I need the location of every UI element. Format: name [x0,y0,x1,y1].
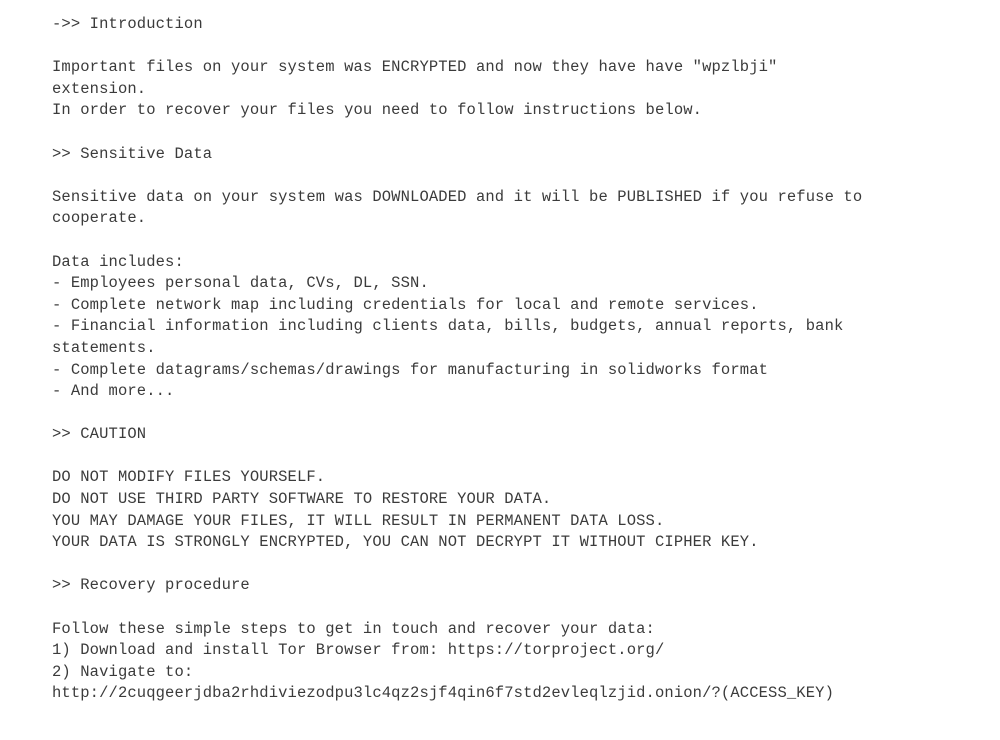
note-line: statements. [52,338,156,357]
note-line: - Financial information including client… [52,317,844,336]
section-heading: >> Recovery procedure [52,576,250,595]
note-line: In order to recover your files you need … [52,101,703,120]
note-line: 2) Navigate to: [52,662,194,681]
note-line: - Complete network map including credent… [52,295,759,314]
ransom-note-document: ->> Introduction Important files on your… [0,0,1000,740]
note-line: Important files on your system was ENCRY… [52,58,778,77]
note-line: YOU MAY DAMAGE YOUR FILES, IT WILL RESUL… [52,511,665,530]
note-line: 1) Download and install Tor Browser from… [52,641,665,660]
note-line: DO NOT MODIFY FILES YOURSELF. [52,468,326,487]
note-line: - Employees personal data, CVs, DL, SSN. [52,274,429,293]
note-line: - Complete datagrams/schemas/drawings fo… [52,360,769,379]
section-heading: ->> Introduction [52,15,203,33]
note-line: Data includes: [52,252,184,271]
note-line: - And more... [52,382,175,401]
note-line: Follow these simple steps to get in touc… [52,619,655,638]
section-heading: >> Sensitive Data [52,144,213,163]
note-line: DO NOT USE THIRD PARTY SOFTWARE TO RESTO… [52,490,552,509]
note-line: YOUR DATA IS STRONGLY ENCRYPTED, YOU CAN… [52,533,759,552]
note-line: extension. [52,79,147,98]
note-line: http://2cuqgeerjdba2rhdiviezodpu3lc4qz2s… [52,684,834,703]
section-heading: >> CAUTION [52,425,147,444]
note-line: Sensitive data on your system was DOWNLO… [52,187,863,206]
note-line: cooperate. [52,209,147,228]
